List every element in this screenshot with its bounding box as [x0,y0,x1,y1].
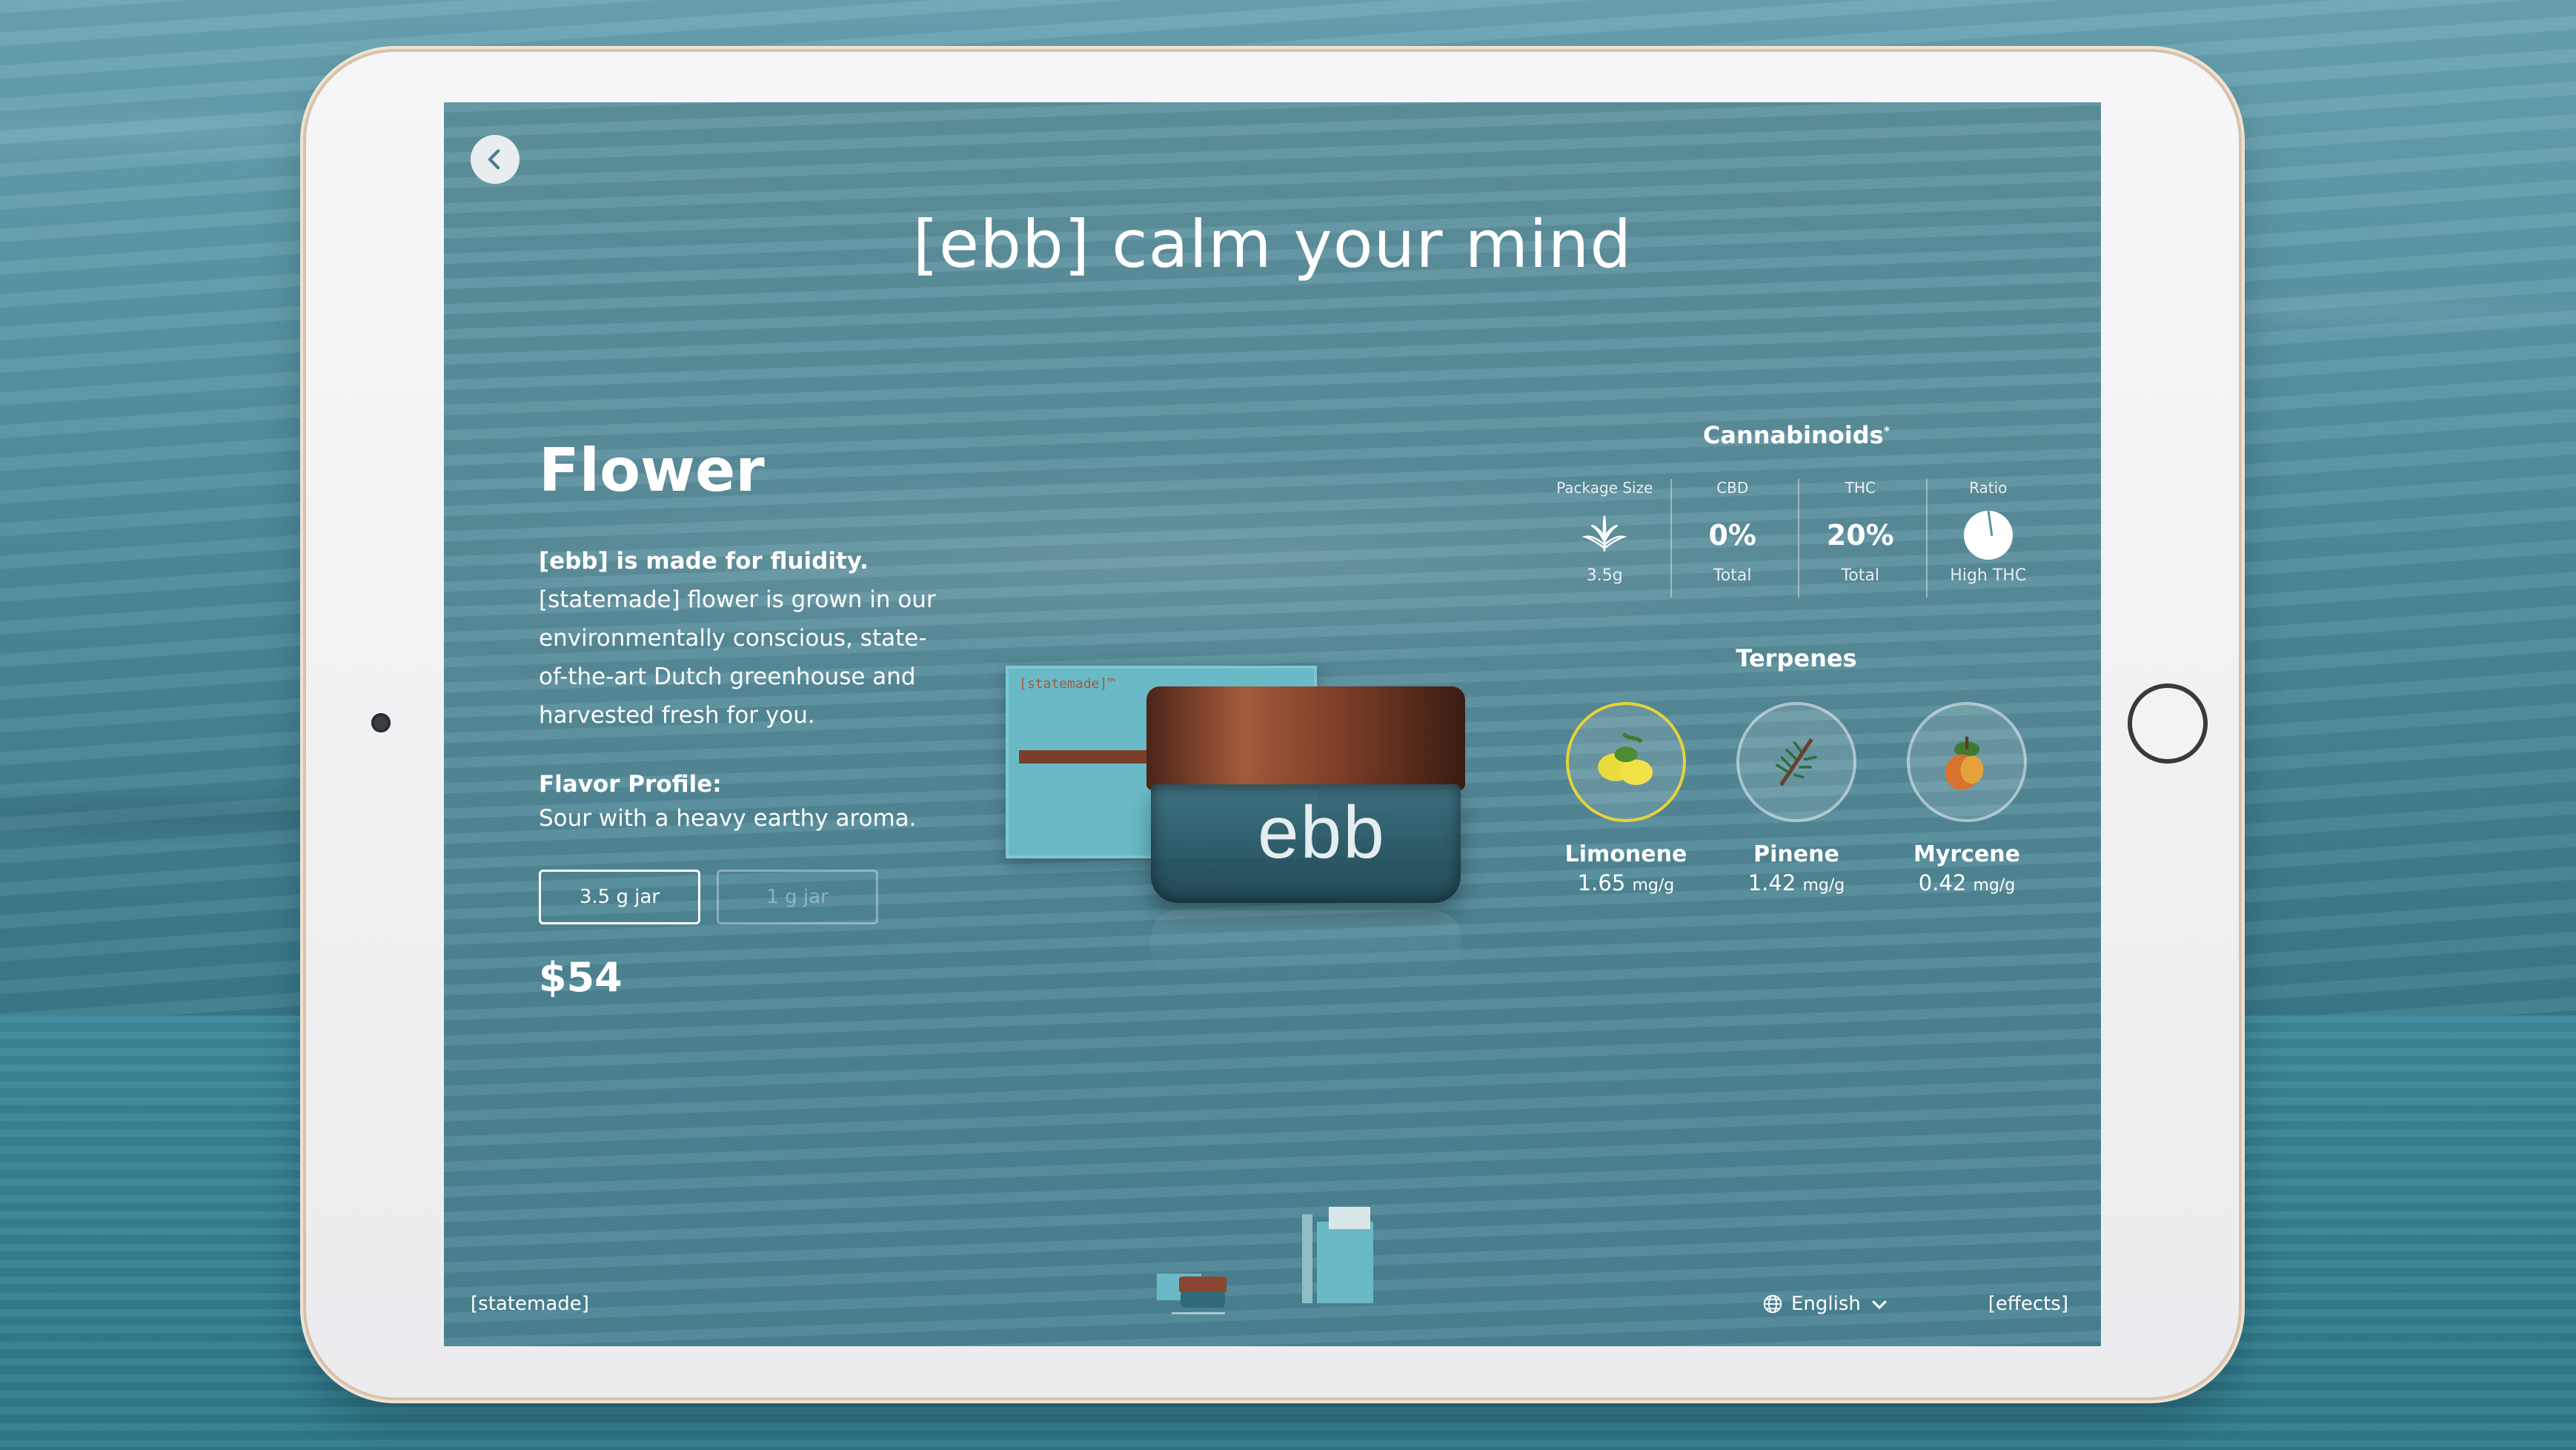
pine-icon [1775,738,1817,787]
product-tagline: [ebb] is made for fluidity. [539,548,869,575]
front-camera [371,713,391,732]
flavor-heading: Flavor Profile: [539,771,722,798]
lemon-icon [1598,732,1653,785]
size-options: 3.5 g jar 1 g jar [539,870,954,924]
product-description: [statemade] flower is grown in our envir… [539,586,936,729]
jar-logo: ebb [1258,791,1386,874]
product-info: Flower [ebb] is made for fluidity. [stat… [539,436,954,1001]
product-category: Flower [539,436,765,505]
chevron-down-icon [1872,1300,1887,1310]
cannabis-leaf-icon [1581,515,1627,552]
stat-cbd: CBD 0% Total [1670,479,1793,597]
price: $54 [539,954,623,1001]
stat-thc: THC 20% Total [1798,479,1921,597]
brand-footer[interactable]: [statemade] [471,1293,589,1315]
language-label: English [1791,1293,1861,1315]
flavor-text: Sour with a heavy earthy aroma. [539,805,917,832]
globe-icon [1763,1294,1782,1314]
chevron-left-icon [488,149,500,170]
back-button[interactable] [471,135,519,184]
terpene-pinene[interactable]: Pinene 1.42 mg/g [1722,702,1870,896]
pie-ratio-icon [1963,511,2013,560]
home-button[interactable] [2128,683,2208,764]
terpene-myrcene[interactable]: Myrcene 0.42 mg/g [1893,702,2041,896]
terpene-limonene[interactable]: Limonene 1.65 mg/g [1552,702,1700,896]
language-selector[interactable]: English [1762,1293,1890,1315]
size-button-1g[interactable]: 1 g jar [717,870,878,924]
page-title: [ebb] calm your mind [912,206,1633,282]
cannabinoid-stats: Package Size 3.5g CBD 0% Total THC 20% T… [1541,479,2052,597]
jar-reflection [1151,910,1461,977]
stat-package-size: Package Size 3.5g [1556,479,1653,585]
box-stripe [1019,750,1167,764]
thumbnail-preroll[interactable] [1302,1207,1376,1311]
terpenes-list: Limonene 1.65 mg/g Pinene 1.42 mg/g Myrc… [1541,702,2052,896]
effects-link[interactable]: [effects] [1988,1293,2068,1315]
product-image: [statemade]™ ebb [1006,666,1480,1007]
terpenes-heading: Terpenes [1736,644,1857,672]
jar-lid [1146,686,1465,790]
cannabinoids-heading: Cannabinoids* [1702,421,1890,449]
thumbnail-jar[interactable] [1157,1271,1237,1318]
app-screen: [ebb] calm your mind Flower [ebb] is mad… [444,102,2101,1346]
mango-icon [1945,736,1984,790]
cannabinoids-panel: Cannabinoids* Package Size 3.5g CBD 0% T… [1541,421,2052,896]
stat-ratio: Ratio High THC [1925,479,2049,597]
box-brand-label: [statemade]™ [1019,676,1116,692]
tablet-frame: [ebb] calm your mind Flower [ebb] is mad… [306,52,2239,1397]
size-button-3-5g[interactable]: 3.5 g jar [539,870,700,924]
